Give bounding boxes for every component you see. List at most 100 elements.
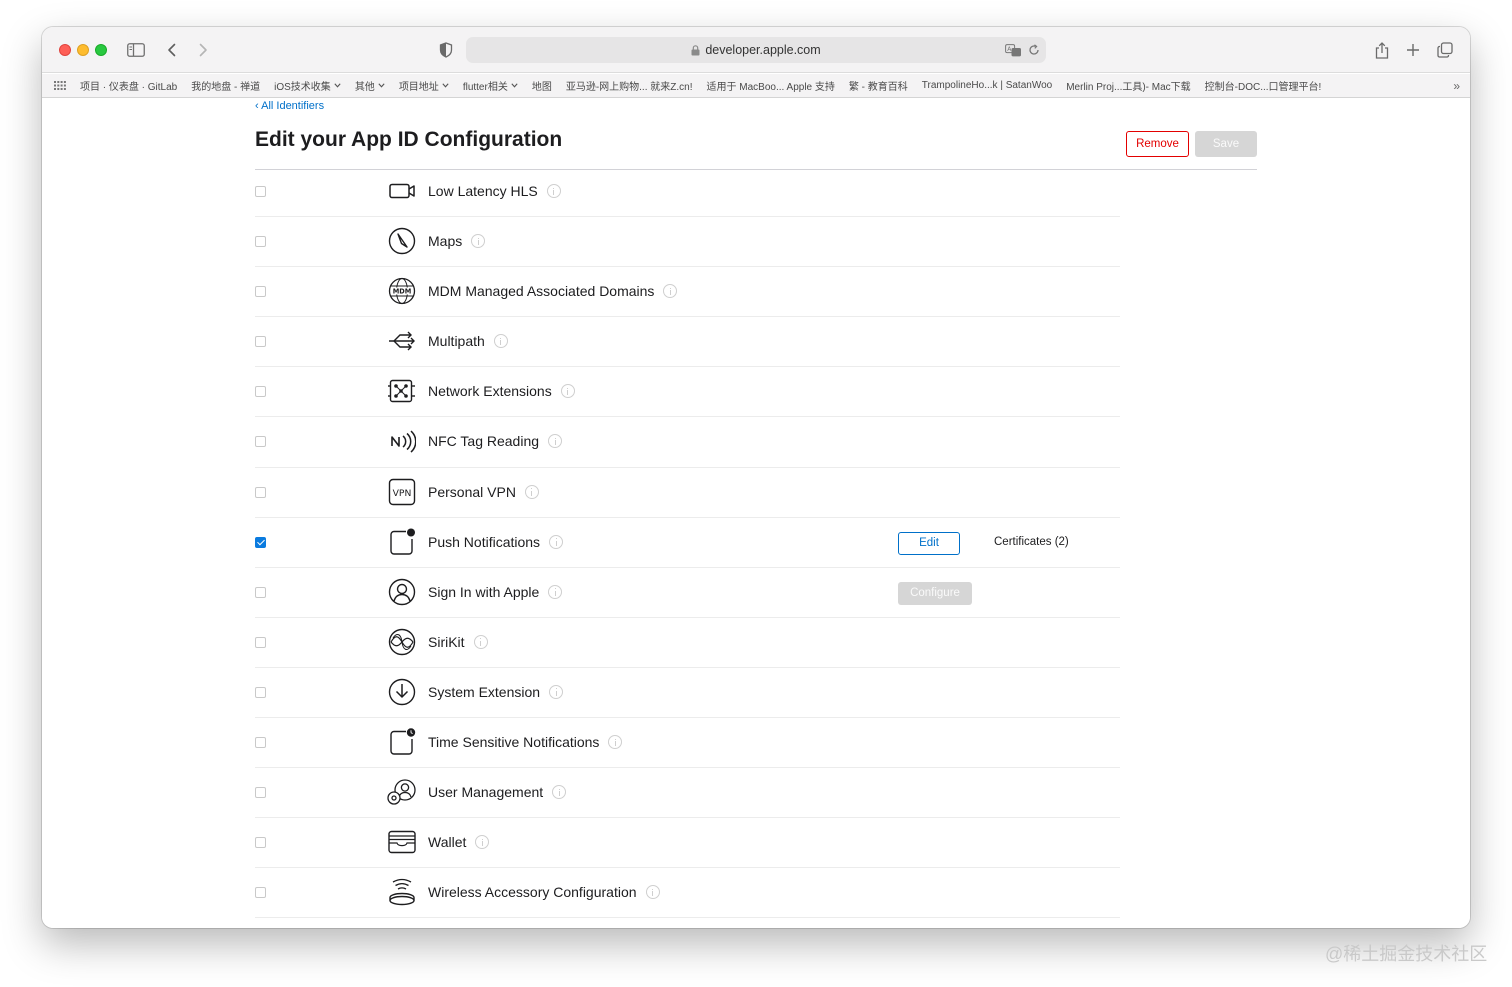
- capability-name: Wireless Accessory Configuration: [428, 884, 660, 900]
- capability-checkbox[interactable]: [255, 186, 266, 197]
- favorite-item[interactable]: 其他: [355, 78, 385, 93]
- favorite-label: 其他: [354, 82, 375, 93]
- info-icon[interactable]: [524, 484, 539, 499]
- svg-text:VPN: VPN: [393, 487, 412, 498]
- capability-checkbox[interactable]: [255, 436, 266, 448]
- all-identifiers-link[interactable]: ‹ All Identifiers: [255, 100, 324, 112]
- info-icon[interactable]: [552, 785, 567, 800]
- url-text: developer.apple.com: [705, 43, 821, 57]
- svg-text:A: A: [1007, 46, 1012, 53]
- info-icon[interactable]: [549, 684, 564, 699]
- nfc-icon: [387, 426, 417, 456]
- compass-icon: [387, 226, 417, 256]
- forward-arrow-icon[interactable]: [192, 39, 214, 61]
- capability-name: Time Sensitive Notifications: [428, 734, 623, 750]
- favorite-item[interactable]: flutter相关: [463, 78, 518, 93]
- info-icon[interactable]: [548, 584, 563, 599]
- page-title: Edit your App ID Configuration: [255, 128, 563, 151]
- favorite-item[interactable]: TrampolineHo...k | SatanWoo: [922, 80, 1052, 91]
- page-content: ‹ All Identifiers Edit your App ID Confi…: [42, 99, 1470, 928]
- new-tab-plus-icon[interactable]: [1402, 39, 1424, 61]
- chevron-down-icon: [378, 81, 385, 90]
- capability-checkbox[interactable]: [255, 686, 266, 698]
- info-icon[interactable]: [645, 885, 660, 900]
- tab-overview-icon[interactable]: [1434, 39, 1456, 61]
- multipath-arrows-icon: [387, 326, 417, 356]
- capability-checkbox[interactable]: [255, 787, 266, 799]
- capability-row: Low Latency HLS: [255, 167, 1120, 218]
- privacy-shield-icon[interactable]: [435, 39, 457, 61]
- info-icon[interactable]: [549, 534, 564, 549]
- favorite-item[interactable]: 项目 · 仪表盘 · GitLab: [80, 78, 177, 93]
- save-button[interactable]: Save: [1195, 131, 1257, 157]
- capability-name: User Management: [428, 784, 567, 800]
- favorite-label: 控制台-DOC...口管理平台!: [1204, 82, 1322, 93]
- capability-checkbox[interactable]: [255, 887, 266, 899]
- capability-checkbox[interactable]: [255, 737, 266, 749]
- capability-label: Wallet: [428, 834, 467, 851]
- capability-checkbox[interactable]: [255, 636, 266, 648]
- favorite-item[interactable]: 控制台-DOC...口管理平台!: [1205, 78, 1322, 93]
- capability-label: Low Latency HLS: [428, 183, 538, 199]
- capability-checkbox[interactable]: [255, 236, 266, 248]
- favorite-item[interactable]: 我的地盘 - 禅道: [191, 78, 260, 93]
- capability-name: System Extension: [428, 684, 564, 700]
- favorite-label: TrampolineHo...k | SatanWoo: [921, 80, 1053, 91]
- close-window-button[interactable]: [59, 44, 71, 56]
- capability-checkbox[interactable]: [255, 586, 266, 598]
- favorite-item[interactable]: 亚马逊-网上购物... 就来Z.cn!: [566, 78, 693, 93]
- edit-button[interactable]: Edit: [898, 531, 960, 555]
- capability-checkbox[interactable]: [255, 536, 266, 548]
- favorite-item[interactable]: 地图: [532, 78, 552, 93]
- info-icon[interactable]: [473, 634, 488, 649]
- capability-label: Maps: [428, 233, 463, 250]
- share-icon[interactable]: [1371, 39, 1393, 61]
- capability-row: Wireless Accessory Configuration: [255, 868, 1120, 919]
- certificates-count: Certificates (2): [994, 535, 1069, 548]
- back-arrow-icon[interactable]: [161, 39, 183, 61]
- watermark-text: @稀土掘金技术社区: [1325, 944, 1488, 964]
- favorite-item[interactable]: Merlin Proj...工具)- Mac下载: [1066, 78, 1190, 93]
- info-icon[interactable]: [663, 284, 678, 299]
- reload-icon[interactable]: [1028, 41, 1040, 59]
- configure-button[interactable]: Configure: [898, 581, 972, 605]
- capability-checkbox[interactable]: [255, 286, 266, 298]
- minimize-window-button[interactable]: [77, 44, 89, 56]
- favorite-label: 繁 - 教育百科: [848, 82, 908, 93]
- capability-checkbox[interactable]: [255, 837, 266, 849]
- capability-name: MDM Managed Associated Domains: [428, 283, 678, 300]
- capability-checkbox[interactable]: [255, 486, 266, 498]
- remove-button[interactable]: Remove: [1126, 131, 1189, 157]
- favorites-more-icon[interactable]: »: [1453, 79, 1460, 93]
- chevron-down-icon: [511, 81, 518, 90]
- svg-text:MDM: MDM: [393, 288, 412, 296]
- capability-label: Push Notifications: [428, 533, 541, 550]
- info-icon[interactable]: [471, 234, 486, 249]
- capability-name: Multipath: [428, 333, 508, 349]
- info-icon[interactable]: [560, 384, 575, 399]
- favorite-item[interactable]: 适用于 MacBoo... Apple 支持: [707, 78, 835, 93]
- capability-checkbox[interactable]: [255, 336, 266, 348]
- wallet-icon: [387, 827, 417, 857]
- capability-name: SiriKit: [428, 634, 488, 650]
- info-icon[interactable]: [608, 735, 623, 750]
- info-icon[interactable]: [493, 334, 508, 349]
- translate-icon[interactable]: A: [1005, 41, 1022, 59]
- sidebar-toggle-icon[interactable]: [125, 39, 147, 61]
- capability-checkbox[interactable]: [255, 386, 266, 398]
- capability-name: Push Notifications: [428, 533, 564, 550]
- user-management-icon: [387, 777, 417, 807]
- info-icon[interactable]: [546, 184, 561, 198]
- capability-label: MDM Managed Associated Domains: [428, 283, 655, 300]
- time-notification-icon: [387, 727, 417, 757]
- capability-name: Maps: [428, 233, 486, 250]
- favorite-item[interactable]: 项目地址: [399, 78, 449, 93]
- info-icon[interactable]: [548, 434, 563, 449]
- capability-row: Maps: [255, 217, 1120, 268]
- favorite-item[interactable]: 繁 - 教育百科: [849, 78, 908, 93]
- grid-icon[interactable]: [54, 81, 68, 90]
- favorite-item[interactable]: iOS技术收集: [274, 78, 341, 93]
- zoom-window-button[interactable]: [95, 44, 107, 56]
- address-bar[interactable]: developer.apple.com A: [466, 37, 1046, 63]
- info-icon[interactable]: [475, 835, 490, 850]
